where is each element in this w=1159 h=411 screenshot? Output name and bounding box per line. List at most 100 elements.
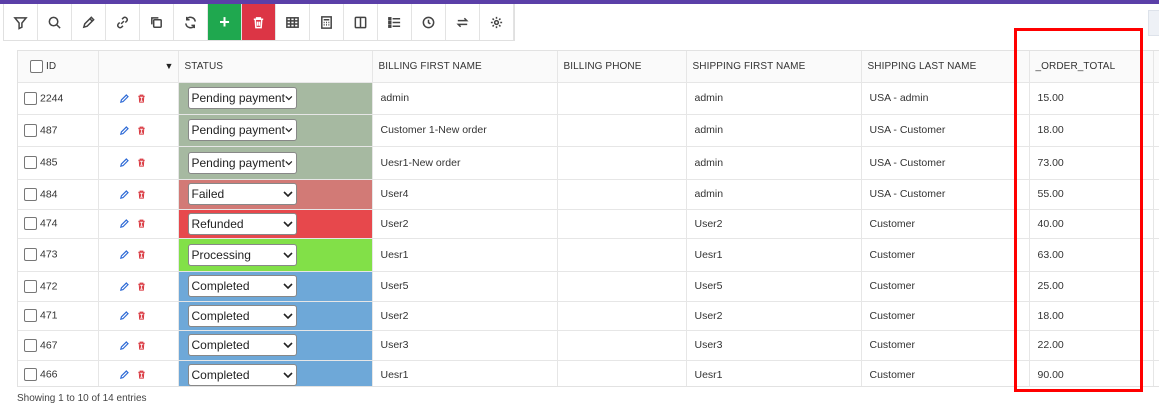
cell-billing-first-name[interactable]: admin bbox=[372, 82, 558, 115]
status-select[interactable]: Pending payment bbox=[187, 87, 297, 109]
cell-billing-first-name[interactable]: User4 bbox=[372, 179, 558, 210]
trash-icon[interactable] bbox=[136, 93, 147, 104]
table-row[interactable]: 467 Completed User3 User3 Customer 22.00 bbox=[18, 330, 1159, 361]
pencil-icon[interactable] bbox=[119, 125, 130, 136]
history-button[interactable] bbox=[412, 4, 446, 40]
trash-icon[interactable] bbox=[136, 189, 147, 200]
sort-down-icon[interactable]: ▼ bbox=[164, 61, 173, 71]
cell-shipping-last-name[interactable]: USA - Customer bbox=[861, 179, 1030, 210]
cell-shipping-first-name[interactable]: User3 bbox=[686, 330, 862, 361]
cell-billing-phone[interactable] bbox=[557, 301, 687, 331]
cell-shipping-first-name[interactable]: admin bbox=[686, 146, 862, 180]
row-checkbox[interactable] bbox=[24, 248, 37, 261]
status-select[interactable]: Processing bbox=[187, 243, 297, 266]
row-checkbox[interactable] bbox=[24, 309, 37, 322]
table-view-button[interactable] bbox=[276, 4, 310, 40]
row-checkbox[interactable] bbox=[24, 217, 37, 230]
status-select[interactable]: Refunded bbox=[187, 212, 297, 235]
row-checkbox[interactable] bbox=[24, 368, 37, 381]
select-all-checkbox[interactable] bbox=[30, 59, 43, 73]
cell-shipping-last-name[interactable]: Customer bbox=[861, 271, 1030, 302]
row-checkbox[interactable] bbox=[24, 156, 37, 169]
cell-shipping-last-name[interactable]: Customer bbox=[861, 360, 1030, 386]
row-checkbox[interactable] bbox=[24, 123, 37, 137]
header-status[interactable]: STATUS bbox=[178, 51, 373, 83]
trash-icon[interactable] bbox=[136, 369, 147, 380]
refresh-button[interactable] bbox=[174, 4, 208, 40]
status-select[interactable]: Completed bbox=[187, 363, 297, 386]
trash-icon[interactable] bbox=[136, 249, 147, 260]
status-select[interactable]: Failed bbox=[187, 183, 297, 205]
pencil-icon[interactable] bbox=[119, 281, 130, 292]
table-row[interactable]: 474 Refunded User2 User2 Customer 40.00 bbox=[18, 209, 1159, 239]
table-row[interactable]: 484 Failed User4 admin USA - Customer 55.00 bbox=[18, 179, 1159, 210]
row-checkbox[interactable] bbox=[24, 91, 37, 105]
cell-shipping-last-name[interactable]: Customer bbox=[861, 238, 1030, 272]
pencil-icon[interactable] bbox=[119, 93, 130, 104]
row-checkbox[interactable] bbox=[24, 279, 37, 293]
cell-billing-first-name[interactable]: User2 bbox=[372, 301, 558, 331]
cell-shipping-last-name[interactable]: USA - Customer bbox=[861, 114, 1030, 147]
header-shipping-last-name[interactable]: SHIPPING LAST NAME bbox=[861, 51, 1030, 83]
table-row[interactable]: 473 Processing Uesr1 Uesr1 Customer 63.00 bbox=[18, 238, 1159, 272]
calculator-button[interactable] bbox=[310, 4, 344, 40]
cell-billing-phone[interactable] bbox=[557, 146, 687, 180]
cell-billing-first-name[interactable]: User3 bbox=[372, 330, 558, 361]
pencil-icon[interactable] bbox=[119, 310, 130, 321]
pencil-icon[interactable] bbox=[119, 218, 130, 229]
pencil-icon[interactable] bbox=[119, 369, 130, 380]
cell-shipping-last-name[interactable]: Customer bbox=[861, 301, 1030, 331]
cell-shipping-first-name[interactable]: admin bbox=[686, 82, 862, 115]
cell-billing-phone[interactable] bbox=[557, 114, 687, 147]
settings-button[interactable] bbox=[480, 4, 514, 40]
cell-billing-first-name[interactable]: Uesr1-New order bbox=[372, 146, 558, 180]
cell-shipping-last-name[interactable]: USA - admin bbox=[861, 82, 1030, 115]
cell-shipping-first-name[interactable]: admin bbox=[686, 114, 862, 147]
cell-billing-phone[interactable] bbox=[557, 360, 687, 386]
table-row[interactable]: 2244 Pending payment admin admin USA - admin… bbox=[18, 82, 1159, 115]
cell-shipping-last-name[interactable]: Customer bbox=[861, 330, 1030, 361]
table-row[interactable]: 487 Pending payment Customer 1-New order ad… bbox=[18, 114, 1159, 147]
table-row[interactable]: 466 Completed Uesr1 Uesr1 Customer 90.00 bbox=[18, 360, 1159, 386]
sync-button[interactable] bbox=[446, 4, 480, 40]
cell-billing-first-name[interactable]: Uesr1 bbox=[372, 238, 558, 272]
cell-shipping-last-name[interactable]: USA - Customer bbox=[861, 146, 1030, 180]
cell-shipping-first-name[interactable]: User2 bbox=[686, 209, 862, 239]
header-shipping-first-name[interactable]: SHIPPING FIRST NAME bbox=[686, 51, 862, 83]
trash-icon[interactable] bbox=[136, 218, 147, 229]
row-checkbox[interactable] bbox=[24, 187, 37, 201]
pencil-icon[interactable] bbox=[119, 340, 130, 351]
status-select[interactable]: Completed bbox=[187, 275, 297, 297]
pencil-icon[interactable] bbox=[119, 249, 130, 260]
cell-billing-first-name[interactable]: User5 bbox=[372, 271, 558, 302]
cell-billing-phone[interactable] bbox=[557, 209, 687, 239]
row-checkbox[interactable] bbox=[24, 338, 37, 352]
edit-button[interactable] bbox=[72, 4, 106, 40]
cell-shipping-first-name[interactable]: Uesr1 bbox=[686, 360, 862, 386]
search-button[interactable] bbox=[38, 4, 72, 40]
pencil-icon[interactable] bbox=[119, 189, 130, 200]
cell-billing-first-name[interactable]: Uesr1 bbox=[372, 360, 558, 386]
cell-billing-phone[interactable] bbox=[557, 330, 687, 361]
trash-icon[interactable] bbox=[136, 281, 147, 292]
trash-icon[interactable] bbox=[136, 310, 147, 321]
header-billing-phone[interactable]: BILLING PHONE bbox=[557, 51, 687, 83]
cell-billing-first-name[interactable]: User2 bbox=[372, 209, 558, 239]
cell-shipping-first-name[interactable]: User5 bbox=[686, 271, 862, 302]
cell-billing-first-name[interactable]: Customer 1-New order bbox=[372, 114, 558, 147]
delete-button[interactable] bbox=[242, 4, 276, 40]
pencil-icon[interactable] bbox=[119, 157, 130, 168]
filter-button[interactable] bbox=[4, 4, 38, 40]
cell-billing-phone[interactable] bbox=[557, 271, 687, 302]
table-row[interactable]: 472 Completed User5 User5 Customer 25.00 bbox=[18, 271, 1159, 302]
cell-shipping-last-name[interactable]: Customer bbox=[861, 209, 1030, 239]
table-row[interactable]: 485 Pending payment Uesr1-New order admin US… bbox=[18, 146, 1159, 180]
add-button[interactable]: + bbox=[208, 4, 242, 40]
trash-icon[interactable] bbox=[136, 157, 147, 168]
columns-button[interactable] bbox=[344, 4, 378, 40]
status-select[interactable]: Completed bbox=[187, 334, 297, 356]
trash-icon[interactable] bbox=[136, 340, 147, 351]
status-select[interactable]: Pending payment bbox=[187, 119, 297, 141]
table-row[interactable]: 471 Completed User2 User2 Customer 18.00 bbox=[18, 301, 1159, 331]
cell-billing-phone[interactable] bbox=[557, 82, 687, 115]
